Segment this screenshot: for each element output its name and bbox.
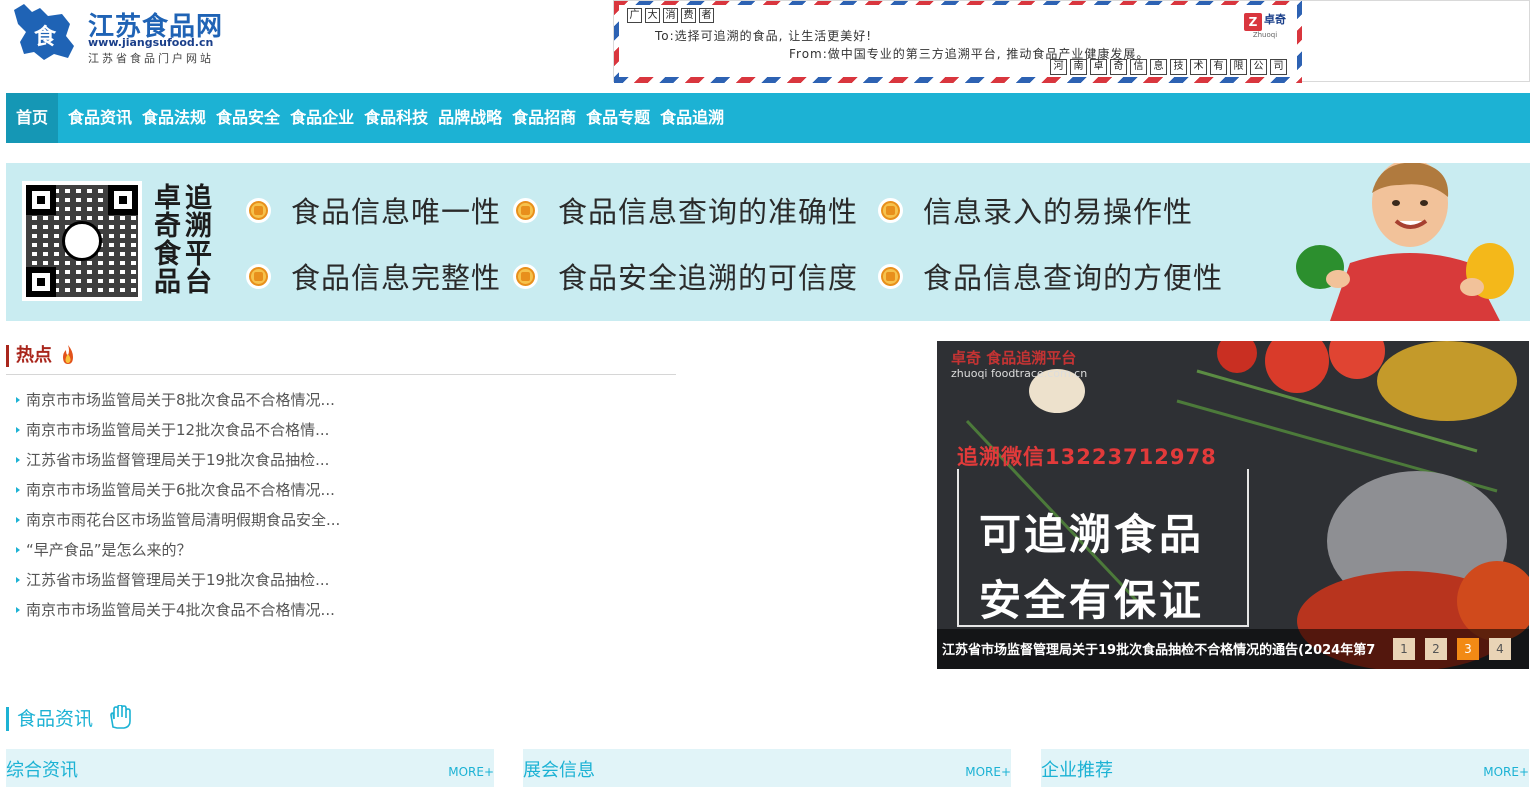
company-char-box: 技 <box>1170 59 1187 75</box>
hot-news-item[interactable]: “早产食品”是怎么来的？ <box>16 535 340 565</box>
nav-food-news[interactable]: 食品资讯 <box>58 93 142 143</box>
hot-news-item[interactable]: 南京市市场监管局关于8批次食品不合格情况... <box>16 385 340 415</box>
bullet-icon <box>246 197 271 223</box>
envelope-body: 广大消费者 To:选择可追溯的食品, 让生活更美好! From:做中国专业的第三… <box>619 5 1297 77</box>
flame-icon <box>63 345 73 364</box>
news-accent-bar <box>6 707 9 731</box>
slide-wechat: 追溯微信13223712978 <box>957 445 1217 469</box>
slide-headline-1: 可追溯食品 <box>979 510 1205 559</box>
hot-news-item[interactable]: 南京市雨花台区市场监管局清明假期食品安全... <box>16 505 340 535</box>
hot-section-title: 热点 <box>16 345 52 366</box>
slide-page-3[interactable]: 3 <box>1457 638 1479 660</box>
zhuoqi-brand-en: Zhuoqi <box>1252 31 1278 39</box>
banner-feature: 食品安全追溯的可信度 <box>513 255 858 297</box>
company-char-box: 公 <box>1250 59 1267 75</box>
nav-brand-strategy[interactable]: 品牌战略 <box>438 93 512 143</box>
banner-feature: 食品信息完整性 <box>246 255 501 297</box>
nav-food-topics[interactable]: 食品专题 <box>586 93 660 143</box>
traceability-promo-banner[interactable]: 卓奇食品 追溯平台 食品信息唯一性 食品信息查询的准确性 信息录入的易操作性 食… <box>6 163 1530 321</box>
main-nav: 首页 食品资讯 食品法规 食品安全 食品企业 食品科技 品牌战略 食品招商 食品… <box>6 93 1530 143</box>
bullet-icon <box>878 197 903 223</box>
banner-feature: 食品信息查询的方便性 <box>878 255 1223 297</box>
logo-subtitle: 江苏省食品门户网站 <box>88 52 214 65</box>
bullet-icon <box>878 263 903 289</box>
panel-title[interactable]: 综合资讯 <box>6 757 78 785</box>
nav-food-enterprise[interactable]: 食品企业 <box>290 93 364 143</box>
hot-section-header: 热点 <box>6 343 676 375</box>
envelope-ad-banner[interactable]: 广大消费者 To:选择可追溯的食品, 让生活更美好! From:做中国专业的第三… <box>613 0 1530 83</box>
zhuoqi-brand-name: 卓奇 <box>1264 13 1286 26</box>
company-char-box: 司 <box>1270 59 1287 75</box>
more-link[interactable]: MORE+ <box>965 765 1011 779</box>
news-slideshow[interactable]: 卓奇 食品追溯平台 zhuoqi foodtrace.com.cn 追溯微信13… <box>937 341 1529 669</box>
hot-news-item[interactable]: 江苏省市场监督管理局关于19批次食品抽检... <box>16 565 340 595</box>
company-char-box: 南 <box>1070 59 1087 75</box>
food-news-title: 食品资讯 <box>17 708 94 730</box>
company-char-box: 奇 <box>1110 59 1127 75</box>
more-link[interactable]: MORE+ <box>1483 765 1529 779</box>
hot-news-item[interactable]: 南京市市场监管局关于12批次食品不合格情... <box>16 415 340 445</box>
bullet-icon <box>246 263 271 289</box>
company-char-box: 卓 <box>1090 59 1107 75</box>
logo-url: www.jiangsufood.cn <box>88 36 214 49</box>
hot-news-item[interactable]: 江苏省市场监督管理局关于19批次食品抽检... <box>16 445 340 475</box>
postal-box: 大 <box>645 8 660 23</box>
envelope-company-boxes: 河南卓奇信息技术有限公司 <box>1050 59 1287 75</box>
company-char-box: 术 <box>1190 59 1207 75</box>
qr-code-icon <box>22 181 142 301</box>
site-logo[interactable]: 食 江苏食品网 www.jiangsufood.cn 江苏省食品门户网站 <box>10 2 240 82</box>
more-link[interactable]: MORE+ <box>448 765 494 779</box>
postal-box: 费 <box>681 8 696 23</box>
panel-exhibition-info: 展会信息 MORE+ <box>523 749 1011 787</box>
banner-feature: 食品信息查询的准确性 <box>513 189 858 231</box>
envelope-to-line: To:选择可追溯的食品, 让生活更美好! <box>655 29 873 43</box>
company-char-box: 有 <box>1210 59 1227 75</box>
slide-caption[interactable]: 江苏省市场监督管理局关于19批次食品抽检不合格情况的通告(2024年第7 <box>942 639 1392 658</box>
postal-box: 者 <box>699 8 714 23</box>
nav-food-regulations[interactable]: 食品法规 <box>142 93 216 143</box>
company-char-box: 限 <box>1230 59 1247 75</box>
zhuoqi-brand: Z 卓奇 Zhuoqi <box>1241 11 1289 39</box>
hot-news-list: 南京市市场监管局关于8批次食品不合格情况... 南京市市场监管局关于12批次食品… <box>16 385 340 625</box>
jiangsu-map-logo-icon: 食 <box>14 4 74 60</box>
company-char-box: 信 <box>1130 59 1147 75</box>
postal-box: 消 <box>663 8 678 23</box>
hot-news-item[interactable]: 南京市市场监管局关于4批次食品不合格情况... <box>16 595 340 625</box>
envelope-airmail-border: 广大消费者 To:选择可追溯的食品, 让生活更美好! From:做中国专业的第三… <box>614 1 1302 83</box>
hot-news-item[interactable]: 南京市市场监管局关于6批次食品不合格情况... <box>16 475 340 505</box>
zhuoqi-logo-icon: Z <box>1244 13 1262 31</box>
slide-headline-2: 安全有保证 <box>979 576 1205 625</box>
slide-page-4[interactable]: 4 <box>1489 638 1511 660</box>
company-char-box: 息 <box>1150 59 1167 75</box>
banner-title: 卓奇食品 追溯平台 <box>154 183 212 298</box>
hot-accent-bar <box>6 345 9 367</box>
child-with-peppers-image <box>1296 163 1514 321</box>
bullet-icon <box>513 197 538 223</box>
svg-text:食: 食 <box>34 24 57 50</box>
nav-food-traceability[interactable]: 食品追溯 <box>660 93 734 143</box>
nav-food-safety[interactable]: 食品安全 <box>216 93 290 143</box>
nav-home[interactable]: 首页 <box>6 93 59 143</box>
panel-title[interactable]: 企业推荐 <box>1041 757 1113 785</box>
slide-brand: 卓奇 食品追溯平台 <box>951 349 1077 367</box>
bullet-icon <box>513 263 538 289</box>
panel-enterprise-recommend: 企业推荐 MORE+ <box>1041 749 1529 787</box>
slide-brand-url: zhuoqi foodtrace.com.cn <box>951 367 1088 380</box>
nav-food-investment[interactable]: 食品招商 <box>512 93 586 143</box>
company-char-box: 河 <box>1050 59 1067 75</box>
slide-caption-bar: 江苏省市场监督管理局关于19批次食品抽检不合格情况的通告(2024年第7 1 2… <box>937 629 1529 669</box>
postal-box: 广 <box>627 8 642 23</box>
slide-page-2[interactable]: 2 <box>1425 638 1447 660</box>
postal-code-boxes: 广大消费者 <box>627 8 714 23</box>
hand-icon <box>110 705 131 729</box>
slide-page-1[interactable]: 1 <box>1393 638 1415 660</box>
panel-title[interactable]: 展会信息 <box>523 757 595 785</box>
panel-general-news: 综合资讯 MORE+ <box>6 749 494 787</box>
banner-feature: 食品信息唯一性 <box>246 189 501 231</box>
nav-food-technology[interactable]: 食品科技 <box>364 93 438 143</box>
banner-feature: 信息录入的易操作性 <box>878 189 1193 231</box>
slide-pager: 1 2 3 4 <box>1393 638 1511 660</box>
